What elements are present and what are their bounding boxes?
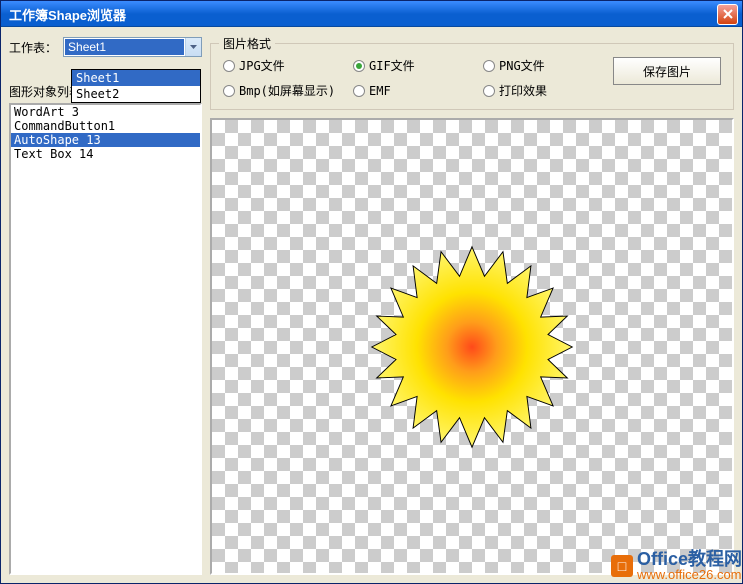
combo-arrow[interactable]	[185, 38, 201, 56]
close-icon	[723, 9, 733, 19]
watermark-line2: www.office26.com	[637, 568, 742, 581]
radio-icon	[353, 85, 365, 97]
worksheet-dropdown[interactable]: Sheet1 Sheet2	[71, 69, 201, 103]
list-item[interactable]: Text Box 14	[11, 147, 200, 161]
client-area: 工作表： Sheet1 Sheet1 Sheet2 图形对象列表： WordAr…	[1, 27, 742, 583]
radio-bmp[interactable]: Bmp(如屏幕显示)	[223, 82, 353, 99]
radio-jpg[interactable]: JPG文件	[223, 57, 353, 74]
chevron-down-icon	[190, 45, 197, 49]
radio-png[interactable]: PNG文件	[483, 57, 613, 74]
close-button[interactable]	[717, 4, 738, 25]
list-item[interactable]: CommandButton1	[11, 119, 200, 133]
right-column: 图片格式 JPG文件 GIF文件 PNG文件 Bmp(如屏幕显示) EMF 打印…	[210, 35, 734, 575]
main-window: 工作簿Shape浏览器 工作表： Sheet1 Sheet1 Sheet2 图形…	[0, 0, 743, 584]
radio-print[interactable]: 打印效果	[483, 82, 613, 99]
autoshape-star-icon	[367, 242, 577, 452]
radio-icon	[353, 60, 365, 72]
window-title: 工作簿Shape浏览器	[5, 5, 717, 24]
radio-icon	[483, 60, 495, 72]
radio-row-1: JPG文件 GIF文件 PNG文件	[223, 57, 613, 74]
office-badge-icon: □	[611, 555, 633, 577]
preview-panel	[210, 118, 734, 575]
radio-emf[interactable]: EMF	[353, 84, 483, 98]
worksheet-selected: Sheet1	[65, 39, 184, 55]
watermark-line1: Office教程网	[637, 550, 742, 568]
groupbox-legend: 图片格式	[219, 35, 275, 52]
worksheet-combo[interactable]: Sheet1	[63, 37, 202, 57]
title-bar[interactable]: 工作簿Shape浏览器	[1, 1, 742, 27]
worksheet-row: 工作表： Sheet1	[9, 35, 202, 59]
radio-icon	[483, 85, 495, 97]
dropdown-option[interactable]: Sheet2	[72, 86, 200, 102]
format-groupbox: 图片格式 JPG文件 GIF文件 PNG文件 Bmp(如屏幕显示) EMF 打印…	[210, 43, 734, 110]
shapes-listbox[interactable]: WordArt 3 CommandButton1 AutoShape 13 Te…	[9, 103, 202, 575]
radio-gif[interactable]: GIF文件	[353, 57, 483, 74]
watermark: □ Office教程网 www.office26.com	[611, 550, 742, 581]
radio-icon	[223, 85, 235, 97]
worksheet-label: 工作表：	[9, 39, 57, 56]
radio-icon	[223, 60, 235, 72]
left-column: 工作表： Sheet1 Sheet1 Sheet2 图形对象列表： WordAr…	[9, 35, 202, 575]
save-button[interactable]: 保存图片	[613, 57, 721, 85]
list-item[interactable]: WordArt 3	[11, 105, 200, 119]
radio-row-2: Bmp(如屏幕显示) EMF 打印效果	[223, 82, 613, 99]
list-item[interactable]: AutoShape 13	[11, 133, 200, 147]
dropdown-option[interactable]: Sheet1	[72, 70, 200, 86]
